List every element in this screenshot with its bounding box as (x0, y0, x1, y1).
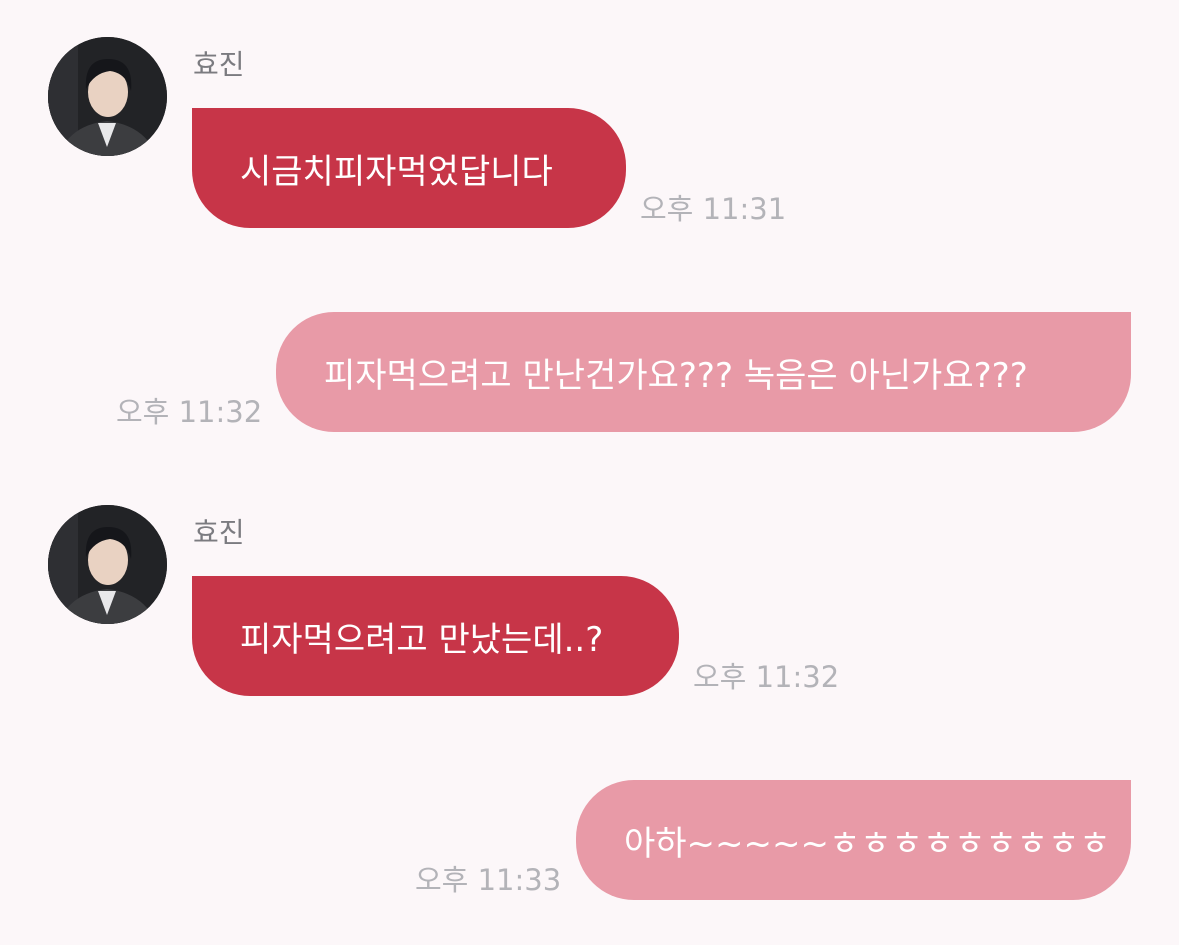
message-timestamp: 오후 11:31 (640, 192, 787, 226)
message-text: 피자먹으려고 만났는데..? (240, 619, 604, 660)
message-bubble-incoming[interactable]: 피자먹으려고 만났는데..? (192, 576, 679, 696)
message-timestamp: 오후 11:32 (116, 395, 263, 429)
message-bubble-outgoing[interactable]: 아하~~~~~ㅎㅎㅎㅎㅎㅎㅎㅎㅎ (576, 780, 1131, 900)
message-bubble-outgoing[interactable]: 피자먹으려고 만난건가요??? 녹음은 아닌가요??? (276, 312, 1131, 432)
message-text: 아하~~~~~ㅎㅎㅎㅎㅎㅎㅎㅎㅎ (624, 823, 1111, 864)
avatar[interactable] (48, 37, 167, 156)
sender-name: 효진 (193, 48, 245, 81)
message-text: 시금치피자먹었답니다 (240, 151, 553, 192)
chat-thread[interactable]: 효진 시금치피자먹었답니다 오후 11:31 오후 11:32 피자먹으려고 만… (0, 0, 1179, 945)
message-timestamp: 오후 11:32 (693, 660, 840, 694)
avatar[interactable] (48, 505, 167, 624)
message-bubble-incoming[interactable]: 시금치피자먹었답니다 (192, 108, 626, 228)
profile-photo-icon (48, 505, 167, 624)
message-text: 피자먹으려고 만난건가요??? 녹음은 아닌가요??? (324, 355, 1028, 396)
sender-name: 효진 (193, 516, 245, 549)
message-timestamp: 오후 11:33 (415, 863, 562, 897)
profile-photo-icon (48, 37, 167, 156)
